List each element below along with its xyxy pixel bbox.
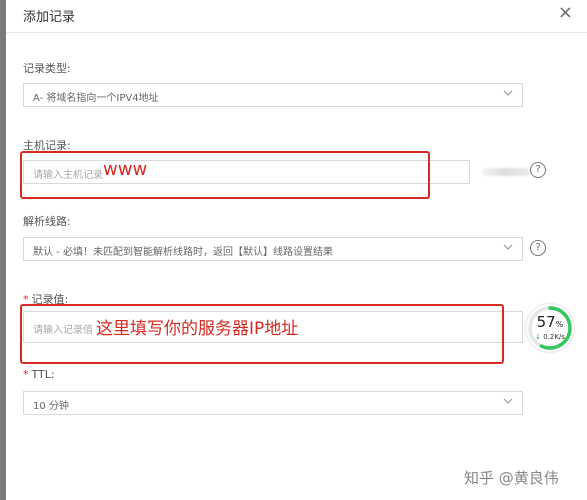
blurred-domain-suffix <box>482 168 530 176</box>
ttl-label: * TTL: <box>23 368 55 381</box>
watermark: 知乎 @黄良伟 <box>464 469 559 487</box>
annotation-server-ip: 这里填写你的服务器IP地址 <box>96 319 299 339</box>
ttl-label-text: TTL: <box>31 368 55 381</box>
chevron-down-icon <box>503 398 513 404</box>
line-select[interactable]: 默认 - 必填！未匹配到智能解析线路时，返回【默认】线路设置结果 <box>23 237 523 261</box>
add-record-dialog: 添加记录 × 记录类型: A- 将域名指向一个IPV4地址 主机记录: 请输入主… <box>6 0 587 500</box>
chevron-down-icon <box>503 244 513 250</box>
annotation-www: www <box>103 159 148 180</box>
chevron-down-icon <box>503 90 513 96</box>
ttl-select[interactable]: 10 分钟 <box>23 391 523 415</box>
record-type-value: A- 将域名指向一个IPV4地址 <box>33 93 159 104</box>
dialog-title: 添加记录 <box>23 10 76 25</box>
line-label: 解析线路: <box>23 215 71 228</box>
speed-percent: 57% <box>526 313 574 331</box>
annotation-box-host <box>20 151 430 199</box>
dialog-header: 添加记录 × <box>6 0 587 33</box>
speed-rate: ↓ 0.2K/s <box>526 333 574 341</box>
speed-percent-unit: % <box>555 320 564 329</box>
speed-percent-value: 57 <box>536 313 556 331</box>
record-type-label: 记录类型: <box>23 62 71 75</box>
speed-rate-value: 0.2K/s <box>543 333 565 341</box>
down-arrow-icon: ↓ <box>535 333 541 341</box>
close-icon[interactable]: × <box>558 4 573 22</box>
required-mark: * <box>23 368 29 381</box>
line-value: 默认 - 必填！未匹配到智能解析线路时，返回【默认】线路设置结果 <box>33 247 333 258</box>
help-icon[interactable]: ? <box>530 240 546 256</box>
record-type-select[interactable]: A- 将域名指向一个IPV4地址 <box>23 83 523 107</box>
network-speed-widget[interactable]: 57% ↓ 0.2K/s <box>526 304 574 352</box>
ttl-value: 10 分钟 <box>33 401 69 412</box>
help-icon[interactable]: ? <box>530 162 546 178</box>
